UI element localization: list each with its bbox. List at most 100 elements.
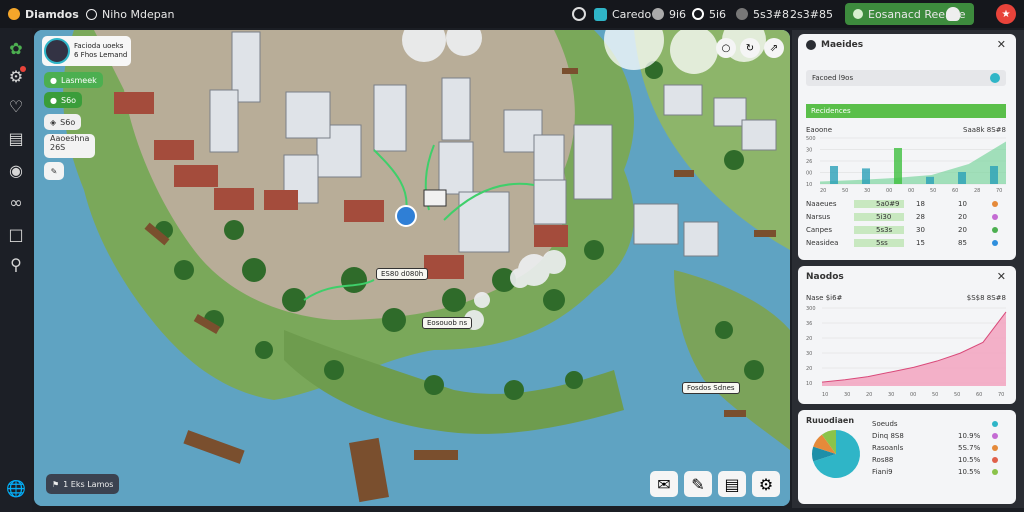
coin-icon: ● bbox=[50, 95, 57, 105]
player-badge-4[interactable]: Aaoeshna 26S bbox=[44, 134, 96, 158]
chat-tool-button[interactable]: ✉ bbox=[650, 471, 678, 497]
gem-icon: ◈ bbox=[50, 117, 57, 127]
player-badge-2-label: S6o bbox=[60, 95, 77, 105]
share-button[interactable]: ⇗ bbox=[764, 38, 784, 58]
top-bar: Diamdos Niho Mdepan Caredo 9i6 5i6 5s3#8… bbox=[0, 0, 1024, 28]
x-tick-label: 00 bbox=[886, 188, 892, 194]
y-tick-label: 36 bbox=[806, 321, 812, 327]
star-icon: ★ bbox=[1001, 8, 1011, 20]
rotate-icon: ↻ bbox=[745, 42, 755, 54]
location-chip[interactable]: ⚑ 1 Eks Lamos bbox=[46, 474, 120, 494]
sidebar-square-button[interactable]: □ bbox=[6, 224, 26, 244]
player-badge-3-label: S6o bbox=[60, 117, 76, 127]
panel-1-subtitle: Facoed l9os bbox=[812, 74, 854, 82]
row-num-2: 85 bbox=[958, 239, 967, 247]
table-row[interactable]: Canpes 5s3s 30 20 bbox=[806, 226, 1008, 236]
player-badge-3[interactable]: ◈ S6o bbox=[44, 114, 82, 130]
legend-row[interactable]: Ros88 10.5% bbox=[868, 456, 1008, 466]
sidebar-home-button[interactable]: ✿ bbox=[6, 38, 26, 58]
resource-caredo-value: Caredo bbox=[612, 7, 652, 21]
legend-label: Ros88 bbox=[872, 456, 894, 464]
panel-2-close-button[interactable]: ✕ bbox=[997, 270, 1006, 283]
info-icon bbox=[86, 8, 97, 20]
app-logo[interactable]: Diamdos bbox=[8, 0, 79, 28]
pin-icon: ⚑ bbox=[52, 479, 60, 489]
leaf-icon: ✿ bbox=[9, 38, 23, 58]
notifications-button[interactable] bbox=[946, 0, 960, 28]
row-value: 5a0#9 bbox=[854, 200, 904, 208]
coin-icon bbox=[692, 8, 704, 20]
bar bbox=[958, 172, 966, 184]
resource-5[interactable]: 2s3#85 bbox=[790, 0, 833, 28]
bell-icon bbox=[946, 7, 960, 21]
panel-2-head-left: Nase $i6# bbox=[806, 294, 843, 302]
sidebar-link-button[interactable]: ∞ bbox=[6, 192, 26, 212]
sidebar-book-button[interactable]: ▤ bbox=[6, 128, 26, 148]
sidebar-alerts-button[interactable]: ⚙ bbox=[6, 66, 26, 86]
sidebar-globe-button[interactable]: 🌐 bbox=[6, 478, 26, 498]
row-value: 5s3s bbox=[854, 226, 904, 234]
x-tick-label: 00 bbox=[910, 392, 916, 398]
legend-row[interactable]: Dinq 8S8 10.9% bbox=[868, 432, 1008, 442]
map-label-1[interactable]: ES80 d080h bbox=[376, 268, 429, 280]
settings-tool-button[interactable]: ⚙ bbox=[752, 471, 780, 497]
zoom-out-button[interactable]: ↻ bbox=[740, 38, 760, 58]
naodos-chart: 300 36 20 30 20 10 10 30 20 30 00 50 50 60 70 bbox=[806, 306, 1007, 398]
edit-tool-button[interactable]: ✎ bbox=[684, 471, 712, 497]
x-tick-label: 30 bbox=[844, 392, 850, 398]
player-badge-2[interactable]: ● S6o bbox=[44, 92, 83, 108]
distribution-panel: Ruuodiaen Soeuds Dinq 8S8 10.9% Rasoanls 5S.… bbox=[798, 410, 1016, 504]
y-tick-label: 20 bbox=[806, 366, 812, 372]
legend-label: Dinq 8S8 bbox=[872, 432, 904, 440]
legend-row[interactable]: Rasoanls 5S.7% bbox=[868, 444, 1008, 454]
app-logo-icon bbox=[8, 8, 20, 20]
y-tick-label: 00 bbox=[806, 171, 812, 177]
search-icon: ⚲ bbox=[10, 254, 22, 274]
legend-dot bbox=[992, 457, 998, 463]
resource-2[interactable]: 9i6 bbox=[652, 0, 686, 28]
map-label-2[interactable]: Eosouob ns bbox=[422, 317, 473, 329]
table-row[interactable]: Narsus 5i30 28 20 bbox=[806, 213, 1008, 223]
gem-icon bbox=[736, 8, 748, 20]
resource-caredo[interactable]: Caredo bbox=[594, 0, 651, 28]
player-card[interactable]: Facioda uoeks 6 Fhos Lemand bbox=[42, 36, 132, 66]
chat-icon: ✉ bbox=[657, 474, 671, 494]
legend-dot bbox=[992, 433, 998, 439]
resource-settings[interactable] bbox=[572, 0, 586, 28]
panel-1-title: Maeides bbox=[821, 40, 864, 50]
resource-4[interactable]: 5s3#8 bbox=[736, 0, 789, 28]
resource-5-value: 2s3#85 bbox=[790, 7, 833, 21]
nav-menu[interactable]: Niho Mdepan bbox=[86, 0, 174, 28]
panel-1-header: Maeides bbox=[806, 40, 863, 50]
legend-row[interactable]: Soeuds bbox=[868, 420, 1008, 430]
panel-1-close-button[interactable]: ✕ bbox=[997, 38, 1006, 51]
panel-1-search[interactable]: Facoed l9os bbox=[806, 70, 1006, 86]
table-row[interactable]: Naaeues 5a0#9 18 10 bbox=[806, 200, 1008, 210]
game-map[interactable]: Facioda uoeks 6 Fhos Lemand ● Lasmeek ● … bbox=[34, 30, 790, 506]
player-action-button[interactable]: ✎ bbox=[44, 162, 64, 180]
bar bbox=[830, 166, 838, 184]
row-num-2: 10 bbox=[958, 200, 967, 208]
sidebar-camera-button[interactable]: ◉ bbox=[6, 160, 26, 180]
cart-icon bbox=[853, 9, 863, 19]
zoom-in-button[interactable]: ○ bbox=[716, 38, 736, 58]
resource-3[interactable]: 5i6 bbox=[692, 0, 726, 28]
avatar bbox=[44, 38, 70, 64]
legend-label: Fiani9 bbox=[872, 468, 893, 476]
sidebar-search-button[interactable]: ⚲ bbox=[6, 254, 26, 274]
sidebar-nav-button[interactable]: ♡ bbox=[6, 96, 26, 116]
globe-icon: 🌐 bbox=[6, 478, 26, 498]
map-label-3[interactable]: Fosdos Sdnes bbox=[682, 382, 740, 394]
left-sidebar: ✿ ⚙ ♡ ▤ ◉ ∞ □ ⚲ 🌐 bbox=[0, 28, 32, 512]
player-badge-1[interactable]: ● Lasmeek bbox=[44, 72, 103, 88]
x-tick-label: 10 bbox=[822, 392, 828, 398]
timer-icon bbox=[652, 8, 664, 20]
table-row[interactable]: Neasidea 5ss 15 85 bbox=[806, 239, 1008, 249]
camera-icon: ◉ bbox=[9, 160, 23, 180]
legend-value: 10.5% bbox=[958, 456, 981, 464]
nav-label: Niho Mdepan bbox=[102, 7, 175, 21]
legend-row[interactable]: Fiani9 10.5% bbox=[868, 468, 1008, 478]
report-tool-button[interactable]: ▤ bbox=[718, 471, 746, 497]
profile-button[interactable]: ★ bbox=[996, 4, 1016, 24]
legend-value: 10.5% bbox=[958, 468, 981, 476]
